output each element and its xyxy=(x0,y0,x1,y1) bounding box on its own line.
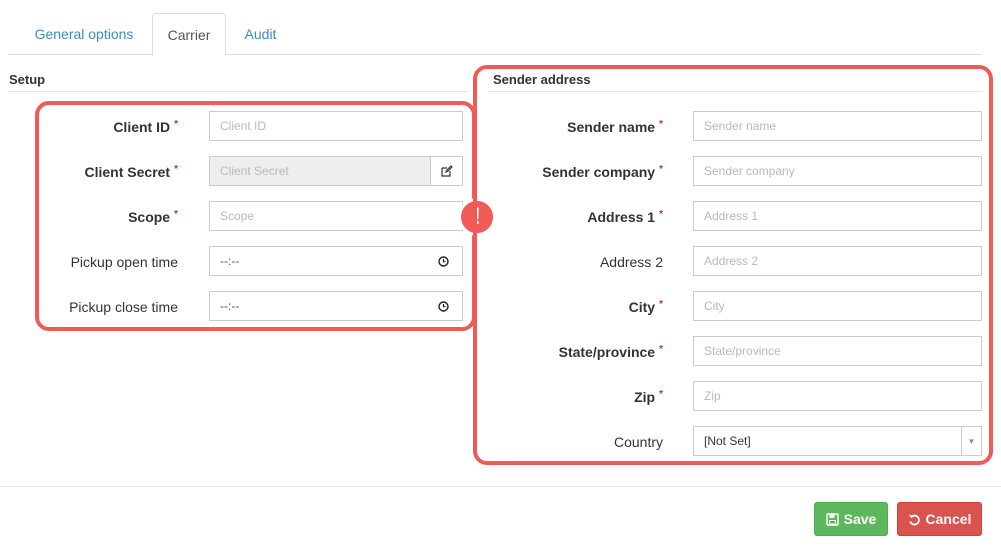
sender-name-input[interactable] xyxy=(693,111,982,141)
client-id-label: Client ID * xyxy=(113,119,178,135)
country-selected-value: [Not Set] xyxy=(704,434,751,448)
floppy-disk-icon xyxy=(825,512,839,526)
sender-company-input[interactable] xyxy=(693,156,982,186)
state-province-label: State/province * xyxy=(558,344,663,360)
zip-input[interactable] xyxy=(693,381,982,411)
sender-name-label: Sender name * xyxy=(567,119,663,135)
undo-icon xyxy=(908,514,920,525)
country-label: Country xyxy=(613,434,663,450)
sender-address-title: Sender address xyxy=(493,72,591,87)
city-label: City * xyxy=(628,299,663,315)
pickup-close-time-input[interactable]: --:-- xyxy=(209,291,463,321)
address1-input[interactable] xyxy=(693,201,982,231)
country-select[interactable]: [Not Set] ▼ xyxy=(693,426,982,456)
client-secret-label: Client Secret * xyxy=(84,164,179,180)
tab-carrier[interactable]: Carrier xyxy=(152,13,226,56)
scope-label: Scope * xyxy=(128,209,178,225)
zip-label: Zip * xyxy=(634,389,663,405)
caret-down-icon[interactable]: ▼ xyxy=(961,427,981,455)
city-input[interactable] xyxy=(693,291,982,321)
setup-divider xyxy=(8,91,468,92)
pickup-open-label: Pickup open time xyxy=(70,254,178,270)
clock-icon[interactable] xyxy=(438,301,449,312)
clock-icon[interactable] xyxy=(438,256,449,267)
state-province-input[interactable] xyxy=(693,336,982,366)
cancel-button[interactable]: Cancel xyxy=(897,502,982,536)
footer-divider xyxy=(0,486,1001,487)
tab-general-options[interactable]: General options xyxy=(18,13,150,55)
sender-divider xyxy=(488,91,982,92)
scope-input[interactable] xyxy=(209,201,463,231)
address1-label: Address 1 * xyxy=(587,209,663,225)
edit-secret-button[interactable] xyxy=(430,156,463,186)
tab-bar: General options Carrier Audit xyxy=(8,13,982,56)
tab-audit[interactable]: Audit xyxy=(228,13,293,55)
address2-input[interactable] xyxy=(693,246,982,276)
pickup-open-time-input[interactable]: --:-- xyxy=(209,246,463,276)
setup-title: Setup xyxy=(9,72,46,87)
pickup-close-label: Pickup close time xyxy=(69,299,178,315)
client-secret-input xyxy=(209,156,431,186)
save-button[interactable]: Save xyxy=(814,502,888,536)
sender-company-label: Sender company * xyxy=(542,164,663,180)
edit-icon xyxy=(440,165,453,177)
address2-label: Address 2 xyxy=(599,254,663,270)
client-id-input[interactable] xyxy=(209,111,463,141)
